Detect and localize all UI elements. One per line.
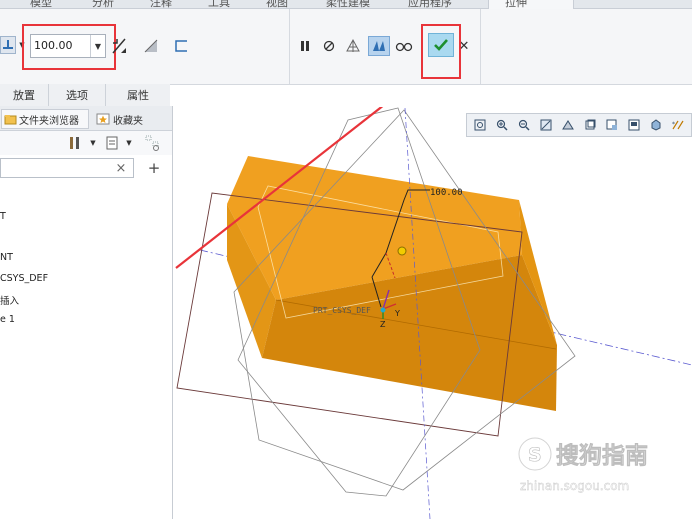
zoom-out-icon[interactable] [516,117,532,133]
highlight-ok-button [421,24,461,79]
watermark-url: zhinan.sogou.com [520,479,629,493]
favorites-icon [96,113,110,125]
verify-glasses-icon[interactable] [394,37,414,55]
watermark-logo-letter: S [528,444,542,466]
tree-item[interactable]: CSYS_DEF [0,273,48,284]
depth-drag-handle[interactable] [397,246,407,256]
highlight-depth-box [22,24,116,70]
remove-material-icon[interactable] [141,36,161,56]
tree-item[interactable]: T [0,211,6,222]
tab-extrude[interactable]: 拉伸 [488,0,574,9]
display-style-icon[interactable] [648,117,664,133]
view-toolbar: * [466,113,692,137]
sogou-logo-icon: S 搜狗指南 zhinan.sogou.com [517,436,648,493]
tree-filter-icon[interactable] [142,133,164,153]
tab-favorites-label: 收藏夹 [113,115,143,127]
tab-options[interactable]: 选项 [49,84,106,106]
geometry-preview-icon[interactable] [343,36,363,56]
datum-display-icon[interactable]: * [670,117,686,133]
perspective-icon[interactable] [626,117,642,133]
no-preview-icon[interactable] [321,37,337,55]
tab-properties[interactable]: 属性 [106,84,170,106]
tree-settings-dropdown-icon[interactable]: ▼ [88,135,98,151]
sogou-watermark: S 搜狗指南 zhinan.sogou.com [516,432,692,496]
tree-item[interactable]: e 1 [0,314,15,325]
thicken-sketch-icon[interactable] [171,36,191,56]
watermark-brand: 搜狗指南 [556,442,648,469]
repaint-icon[interactable] [538,117,554,133]
axis-y-label: Y [394,309,400,318]
refit-icon[interactable] [472,117,488,133]
axis-z-label: Z [380,320,386,329]
tab-favorites[interactable]: 收藏夹 [92,109,160,129]
clear-filter-icon[interactable]: × [114,160,128,176]
ribbon-separator [289,9,290,84]
reorient-icon[interactable] [560,117,576,133]
depth-blind-icon[interactable] [0,36,16,54]
saved-views-icon[interactable] [582,117,598,133]
view-manager-icon[interactable] [604,117,620,133]
feature-preview-icon[interactable] [368,36,390,56]
svg-text:*: * [672,121,675,128]
csys-origin [380,307,386,313]
tree-settings-icon[interactable] [66,135,84,151]
tab-placement[interactable]: 放置 [0,84,49,106]
tree-item[interactable]: NT [0,252,13,263]
tree-toolbar: ▼ ▼ [0,131,172,155]
zoom-in-icon[interactable] [494,117,510,133]
option-tabs: 放置 选项 属性 [0,84,170,107]
tree-item-insert-here[interactable]: 插入 [0,293,19,307]
folder-icon [4,114,17,124]
flip-direction-icon[interactable] [109,36,129,56]
show-icon[interactable] [104,135,120,151]
csys-label: PRT_CSYS_DEF [313,306,371,315]
menu-bar: 模型 分析 注释 工具 视图 柔性建模 应用程序 拉伸 [0,0,692,9]
depth-dimension-label[interactable]: 100.00 [430,188,463,198]
navigator-tabs: 文件夹浏览器 收藏夹 [0,106,172,131]
tab-folder-browser[interactable]: 文件夹浏览器 [1,109,89,129]
pause-icon[interactable] [298,37,312,55]
show-dropdown-icon[interactable]: ▼ [124,135,134,151]
ribbon-separator [480,9,481,84]
tab-folder-browser-label: 文件夹浏览器 [19,115,79,127]
add-filter-icon[interactable]: + [146,159,162,177]
